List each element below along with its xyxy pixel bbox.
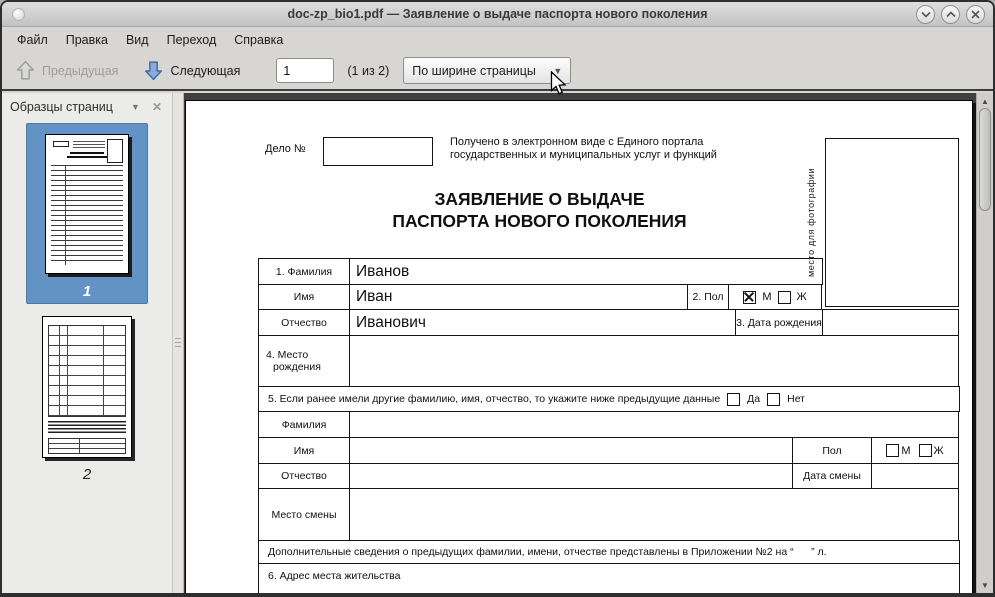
case-number-label: Дело № — [265, 143, 306, 155]
scroll-up-icon[interactable]: ▲ — [977, 94, 993, 108]
change-place-label: Место смены — [258, 488, 350, 541]
prev-name-empty — [349, 437, 793, 464]
previous-page-button[interactable]: Предыдущая — [8, 56, 124, 85]
close-button[interactable] — [966, 5, 985, 24]
sex-label: 2. Пол — [687, 284, 729, 310]
prev-male-checkbox — [886, 444, 900, 457]
prev-sex-cell: М Ж — [871, 437, 959, 464]
minimize-button[interactable] — [916, 5, 935, 24]
scrollbar-thumb[interactable] — [979, 108, 991, 211]
appendix-note: Дополнительные сведения о предыдущих фам… — [258, 540, 960, 564]
birthplace-value-empty — [349, 335, 959, 387]
question5-row: 5. Если ранее имели другие фамилию, имя,… — [258, 386, 960, 412]
birthdate-value-empty — [822, 309, 959, 336]
surname-value: Иванов — [349, 258, 823, 285]
change-place-empty — [349, 488, 959, 541]
prev-patronymic-empty — [349, 463, 793, 489]
pdf-page: Дело № Получено в электронном виде с Еди… — [185, 100, 973, 593]
document-view: Дело № Получено в электронном виде с Еди… — [184, 93, 993, 593]
page-count-label: (1 из 2) — [347, 63, 390, 78]
sidebar-title: Образцы страниц — [10, 99, 113, 114]
prev-female-checkbox — [918, 444, 932, 457]
chevron-up-icon — [945, 11, 956, 18]
change-date-label: Дата смены — [792, 463, 872, 489]
scroll-down-icon[interactable]: ▼ — [977, 578, 993, 592]
menu-edit[interactable]: Правка — [57, 30, 117, 50]
surname-label: 1. Фамилия — [258, 258, 350, 285]
next-page-button[interactable]: Следующая — [136, 56, 246, 85]
prev-surname-label: Фамилия — [258, 411, 350, 438]
previous-page-label: Предыдущая — [42, 63, 119, 78]
menu-file[interactable]: Файл — [8, 30, 57, 50]
titlebar[interactable]: doc-zp_bio1.pdf — Заявление о выдаче пас… — [2, 2, 993, 27]
no-checkbox — [767, 392, 781, 406]
thumbnail-page-1[interactable]: 1 — [26, 123, 148, 304]
female-checkbox — [777, 290, 791, 304]
menu-help[interactable]: Справка — [225, 30, 292, 50]
form-table: 1. Фамилия Иванов Имя Иван 2. Пол М Ж От… — [258, 258, 960, 593]
prev-patronymic-label: Отчество — [258, 463, 350, 489]
form-title: ЗАЯВЛЕНИЕ О ВЫДАЧЕ ПАСПОРТА НОВОГО ПОКОЛ… — [392, 189, 687, 231]
menu-view[interactable]: Вид — [117, 30, 158, 50]
vertical-scrollbar[interactable]: ▲ ▼ — [976, 93, 993, 593]
arrow-up-icon — [16, 60, 35, 80]
zoom-mode-value: По ширине страницы — [412, 63, 536, 78]
change-date-empty — [871, 463, 959, 489]
thumbnail-page-2-preview — [42, 316, 132, 458]
thumbnail-page-1-number: 1 — [82, 283, 92, 300]
window-menu-icon[interactable] — [12, 8, 25, 21]
birthdate-label: 3. Дата рождения — [735, 309, 823, 336]
yes-checkbox — [727, 392, 741, 406]
name-value: Иван — [349, 284, 688, 310]
menubar: Файл Правка Вид Переход Справка — [2, 28, 993, 52]
window-title: doc-zp_bio1.pdf — Заявление о выдаче пас… — [287, 7, 708, 21]
close-icon — [971, 10, 980, 19]
sidebar-dropdown-icon[interactable]: ▼ — [127, 100, 144, 114]
sidebar-header: Образцы страниц ▼ ✕ — [2, 93, 172, 120]
prev-name-label: Имя — [258, 437, 350, 464]
received-note: Получено в электронном виде с Единого по… — [450, 136, 717, 161]
zoom-mode-dropdown[interactable]: По ширине страницы ▼ — [403, 57, 572, 84]
case-number-box — [323, 137, 433, 166]
toolbar: Предыдущая Следующая (1 из 2) По ширине … — [2, 52, 993, 91]
patronymic-value: Иванович — [349, 309, 736, 336]
next-page-label: Следующая — [170, 63, 241, 78]
name-label: Имя — [258, 284, 350, 310]
thumbnail-page-2-number: 2 — [82, 466, 92, 483]
page-number-input[interactable] — [276, 58, 335, 83]
sex-cell: М Ж — [728, 284, 822, 310]
arrow-down-icon — [145, 61, 163, 81]
sidebar-close-icon[interactable]: ✕ — [150, 100, 164, 114]
chevron-down-icon: ▼ — [553, 65, 563, 76]
splitter-grip-icon — [175, 338, 181, 350]
thumbnail-page-2[interactable]: 2 — [42, 304, 132, 483]
application-window: doc-zp_bio1.pdf — Заявление о выдаче пас… — [0, 0, 995, 597]
address-label: 6. Адрес места жительства — [258, 563, 960, 593]
patronymic-label: Отчество — [258, 309, 350, 336]
birthplace-label: 4. Место рождения — [258, 335, 350, 387]
thumbnail-page-1-preview — [45, 134, 129, 274]
thumbnails-sidebar: Образцы страниц ▼ ✕ 1 2 — [2, 93, 172, 593]
chevron-down-icon — [920, 11, 931, 18]
menu-go[interactable]: Переход — [158, 30, 226, 50]
prev-sex-label: Пол — [792, 437, 872, 464]
male-checkbox-checked — [743, 290, 757, 304]
maximize-button[interactable] — [941, 5, 960, 24]
prev-surname-empty — [349, 411, 959, 438]
sidebar-splitter[interactable] — [172, 93, 184, 593]
